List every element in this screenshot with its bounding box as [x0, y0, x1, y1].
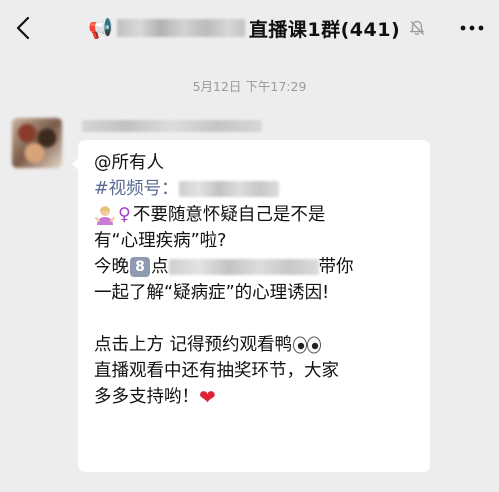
eyes-icon — [293, 336, 322, 354]
message-timestamp: 5月12日 下午17:29 — [192, 79, 307, 94]
line7-text: 点击上方 记得预约观看鸭 — [94, 335, 293, 355]
message-line-9: 多多支持哟！❤ — [94, 384, 420, 410]
line9-text: 多多支持哟！ — [94, 387, 199, 407]
keycap-eight-icon: 8 — [130, 257, 150, 277]
line5-blurred-text — [168, 259, 319, 275]
line5-prefix: 今晚 — [94, 257, 129, 277]
group-title: 直播课1群(441) — [248, 18, 401, 41]
person-shrugging-icon — [95, 206, 115, 225]
more-dots-icon — [460, 25, 484, 31]
message-line-4: 有“心理疾病”啦? — [94, 231, 227, 251]
line5-char: 点 — [151, 257, 169, 277]
message-line-8: 直播观看中还有抽奖环节，大家 — [94, 361, 339, 381]
female-sign-icon: ♀ — [118, 205, 131, 225]
group-name-blurred — [116, 19, 245, 37]
back-button[interactable] — [10, 12, 38, 44]
message-bubble[interactable]: @所有人 #视频号： ♀ 不要随意怀疑自己是不是 有“心理疾病”啦? 今晚 8 点 带你… — [72, 140, 430, 472]
channel-name-blurred — [178, 181, 279, 197]
bell-slash-icon — [409, 20, 425, 36]
heart-icon: ❤ — [199, 385, 216, 409]
chat-title: 📢 直播课1群(441) — [88, 14, 426, 42]
chat-header: 📢 直播课1群(441) — [0, 0, 499, 56]
message-line-6: 一起了解“疑病症”的心理诱因! — [94, 283, 330, 303]
line3-text: 不要随意怀疑自己是不是 — [132, 205, 326, 225]
sender-name-blurred — [82, 120, 262, 132]
sender-avatar[interactable] — [12, 118, 62, 168]
message-line-3: ♀ 不要随意怀疑自己是不是 — [94, 202, 420, 228]
message-line-5: 今晚 8 点 带你 — [94, 254, 420, 280]
line5-suffix: 带你 — [318, 257, 354, 277]
megaphone-icon: 📢 — [88, 16, 113, 40]
mention-line: @所有人 — [94, 153, 164, 173]
chevron-left-icon — [16, 16, 30, 40]
channel-hashtag[interactable]: #视频号： — [94, 179, 179, 199]
more-button[interactable] — [459, 18, 485, 38]
message-line-7: 点击上方 记得预约观看鸭 — [94, 332, 420, 358]
channel-line: #视频号： — [94, 176, 420, 202]
